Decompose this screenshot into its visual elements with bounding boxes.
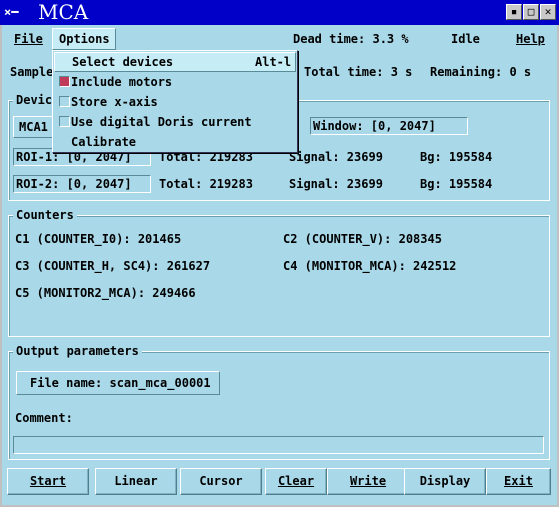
state-status: Idle: [451, 32, 480, 46]
exit-button[interactable]: Exit: [486, 468, 551, 495]
counter-c5: C5 (MONITOR2_MCA): 249466: [15, 286, 196, 300]
x-window-icon[interactable]: ⨯━: [4, 5, 32, 19]
total-time: Total time: 3 s: [304, 65, 413, 79]
dead-time-status: Dead time: 3.3 %: [293, 32, 409, 46]
counter-c3: C3 (COUNTER_H, SC4): 261627: [15, 259, 211, 273]
device-mca1-button[interactable]: MCA1: [13, 116, 55, 138]
window-title: MCA: [38, 0, 89, 24]
file-name-button[interactable]: File name: scan_mca_00001: [16, 371, 220, 395]
write-button[interactable]: Write: [327, 468, 409, 495]
sample-label: Sample: [10, 65, 54, 79]
counter-c1: C1 (COUNTER_I0): 201465: [15, 232, 182, 246]
menu-help[interactable]: Help: [510, 28, 551, 50]
comment-label: Comment:: [15, 411, 73, 425]
minimize-icon[interactable]: ▪: [506, 4, 522, 20]
cursor-button[interactable]: Cursor: [180, 468, 262, 495]
options-dropdown-menu: Select devices Alt-l Include motors Stor…: [52, 50, 298, 153]
display-button[interactable]: Display: [404, 468, 486, 495]
roi1-bg: Bg: 195584: [420, 150, 493, 164]
menu-item-include-motors[interactable]: Include motors: [54, 72, 296, 92]
counters-group-label: Counters: [13, 208, 77, 222]
maximize-icon[interactable]: □: [523, 4, 539, 20]
roi2-field[interactable]: ROI-2: [0, 2047]: [13, 175, 151, 193]
counter-c2: C2 (COUNTER_V): 208345: [283, 232, 442, 246]
menu-options[interactable]: Options: [52, 28, 116, 50]
roi2-total: Total: 219283: [159, 177, 253, 191]
clear-button[interactable]: Clear: [265, 468, 327, 495]
roi2-bg: Bg: 195584: [420, 177, 493, 191]
shortcut-label: Alt-l: [255, 55, 292, 69]
menu-item-select-devices[interactable]: Select devices Alt-l: [54, 52, 296, 72]
linear-button[interactable]: Linear: [95, 468, 177, 495]
checkbox-unchecked-icon[interactable]: [59, 116, 70, 127]
checkbox-unchecked-icon[interactable]: [59, 96, 70, 107]
title-bar[interactable]: ⨯━ MCA ▪ □ ✕: [0, 0, 559, 25]
close-icon[interactable]: ✕: [540, 4, 556, 20]
menu-file[interactable]: File: [8, 28, 49, 50]
menu-item-store-x-axis[interactable]: Store x-axis: [54, 92, 296, 112]
remaining-time: Remaining: 0 s: [430, 65, 532, 79]
output-group-label: Output parameters: [13, 344, 142, 358]
menu-item-calibrate[interactable]: Calibrate: [54, 132, 296, 152]
counter-c4: C4 (MONITOR_MCA): 242512: [283, 259, 457, 273]
roi1-signal: Signal: 23699: [289, 150, 383, 164]
devices-group-label: Devic: [13, 93, 56, 107]
window-field[interactable]: Window: [0, 2047]: [310, 117, 468, 135]
start-button[interactable]: Start: [7, 468, 89, 495]
comment-input[interactable]: [13, 436, 544, 454]
checkbox-checked-icon[interactable]: [59, 76, 70, 87]
roi2-signal: Signal: 23699: [289, 177, 383, 191]
menu-item-use-digital-doris-current[interactable]: Use digital Doris current: [54, 112, 296, 132]
